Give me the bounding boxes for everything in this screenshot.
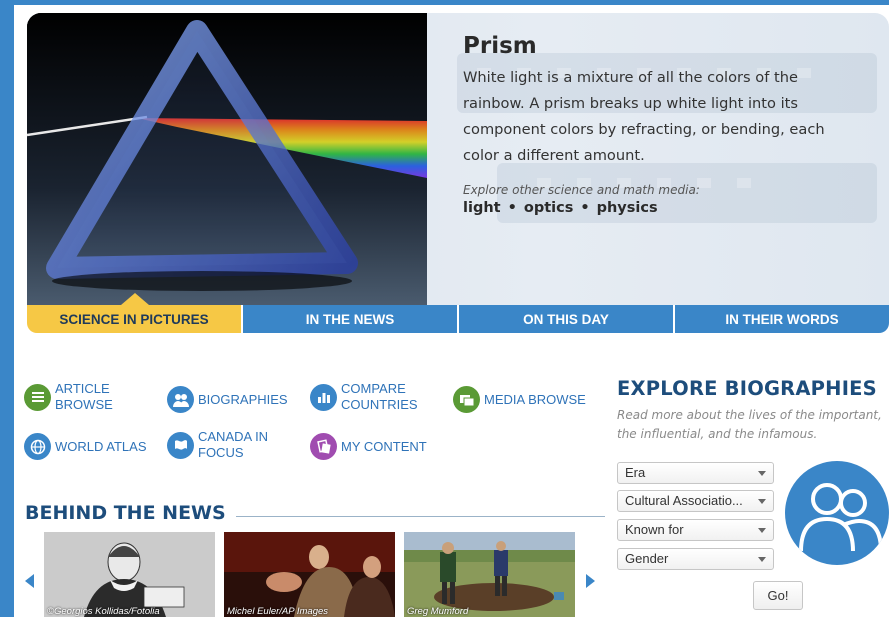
link-label: BIOGRAPHIES — [198, 391, 288, 407]
link-label: MEDIA BROWSE — [484, 391, 586, 407]
cultural-association-select[interactable]: Cultural Associatio... — [617, 490, 774, 512]
link-label: MY CONTENT — [341, 438, 427, 454]
tag-separator: • — [580, 200, 590, 216]
link-biographies[interactable]: BIOGRAPHIES — [167, 386, 288, 413]
link-label: WORLD ATLAS — [55, 438, 147, 454]
news-carousel: ©Georgios Kollidas/Fotolia Michel Euler/… — [25, 532, 600, 617]
tab-on-this-day[interactable]: ON THIS DAY — [459, 305, 673, 333]
carousel-prev-icon[interactable] — [25, 574, 34, 588]
news-thumb-3[interactable]: Greg Mumford — [404, 532, 575, 617]
link-label: COUNTRIES — [341, 397, 418, 412]
prism-image — [27, 13, 427, 305]
tag-link-physics[interactable]: physics — [597, 200, 658, 216]
globe-icon — [24, 433, 51, 460]
gender-select[interactable]: Gender — [617, 548, 774, 570]
hero-text: Prism White light is a mixture of all th… — [463, 33, 863, 216]
tab-in-the-news[interactable]: IN THE NEWS — [243, 305, 457, 333]
behind-the-news-header: BEHIND THE NEWS — [25, 502, 605, 524]
link-label: ARTICLE — [55, 381, 110, 396]
link-media-browse[interactable]: MEDIA BROWSE — [453, 386, 586, 413]
news-thumb-2[interactable]: Michel Euler/AP Images — [224, 532, 395, 617]
quick-links: ARTICLE BROWSE BIOGRAPHIES COMPARE COUNTRI… — [24, 381, 614, 471]
my-content-icon — [310, 433, 337, 460]
tag-link-light[interactable]: light — [463, 200, 501, 216]
link-label: FOCUS — [198, 445, 244, 460]
page-container: Prism White light is a mixture of all th… — [14, 5, 889, 617]
tab-science-in-pictures[interactable]: SCIENCE IN PICTURES — [27, 293, 241, 333]
photo-credit: ©Georgios Kollidas/Fotolia — [47, 606, 160, 617]
feature-hero: Prism White light is a mixture of all th… — [27, 13, 889, 305]
bar-chart-icon — [310, 383, 337, 411]
media-icon — [453, 386, 480, 413]
painting-image — [224, 532, 395, 617]
explore-biographies: EXPLORE BIOGRAPHIES Read more about the … — [617, 377, 889, 617]
link-world-atlas[interactable]: WORLD ATLAS — [24, 433, 147, 460]
tag-link-optics[interactable]: optics — [524, 200, 573, 216]
link-label: COMPARE — [341, 381, 406, 396]
biographies-people-icon — [785, 461, 889, 565]
flag-icon — [167, 431, 194, 459]
link-article-browse[interactable]: ARTICLE BROWSE — [24, 381, 113, 413]
known-for-select[interactable]: Known for — [617, 519, 774, 541]
photo-credit: Michel Euler/AP Images — [227, 606, 329, 617]
section-title: EXPLORE BIOGRAPHIES — [617, 377, 877, 400]
engraving-portrait-image — [44, 532, 215, 617]
feature-tabs: SCIENCE IN PICTURES IN THE NEWS ON THIS … — [27, 293, 889, 333]
link-compare-countries[interactable]: COMPARE COUNTRIES — [310, 381, 418, 413]
go-button[interactable]: Go! — [753, 581, 803, 610]
people-icon — [167, 386, 194, 413]
list-icon — [24, 383, 51, 411]
link-label: BROWSE — [55, 397, 113, 412]
photo-credit: Greg Mumford — [407, 606, 469, 617]
news-thumb-1[interactable]: ©Georgios Kollidas/Fotolia — [44, 532, 215, 617]
tag-separator: • — [507, 200, 517, 216]
era-select[interactable]: Era — [617, 462, 774, 484]
hero-description: White light is a mixture of all the colo… — [463, 69, 825, 164]
section-title: BEHIND THE NEWS — [25, 502, 226, 524]
excavation-image — [404, 532, 575, 617]
link-canada-in-focus[interactable]: CANADA IN FOCUS — [167, 429, 268, 461]
divider — [235, 515, 605, 517]
topic-tags: light • optics • physics — [463, 200, 863, 216]
carousel-next-icon[interactable] — [586, 574, 595, 588]
tab-in-their-words[interactable]: IN THEIR WORDS — [675, 305, 889, 333]
hero-title: Prism — [463, 33, 537, 59]
section-description: Read more about the lives of the importa… — [617, 408, 882, 441]
link-my-content[interactable]: MY CONTENT — [310, 433, 427, 460]
link-label: CANADA IN — [198, 429, 269, 444]
explore-label: Explore other science and math media: — [463, 183, 700, 197]
